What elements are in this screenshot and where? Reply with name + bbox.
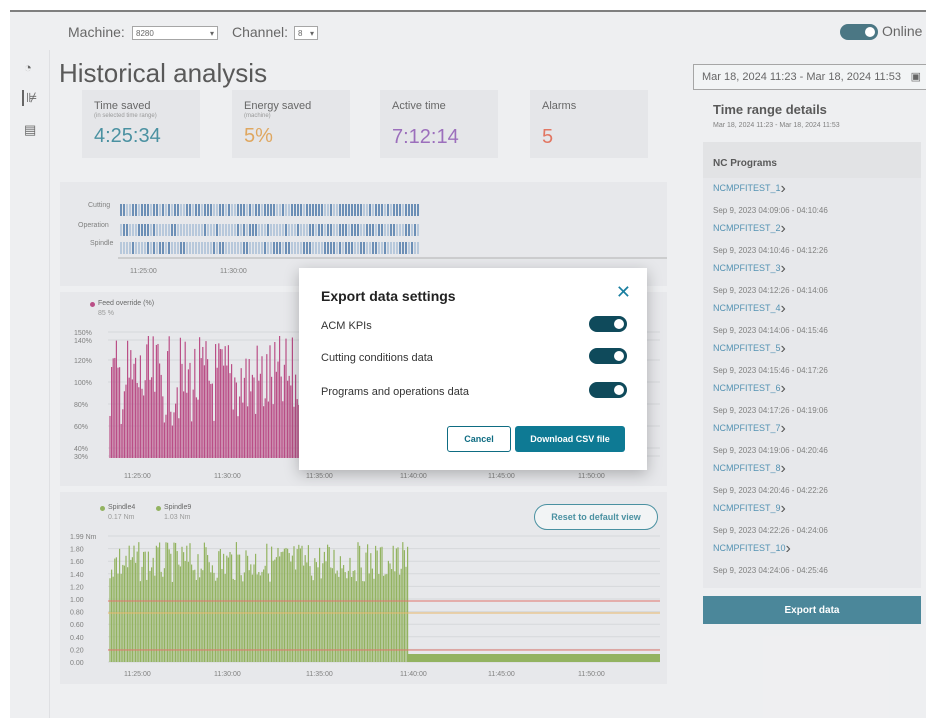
dialog-title: Export data settings [321, 288, 456, 304]
toggle-cutting-conditions[interactable] [589, 348, 627, 364]
option-cutting-conditions-label: Cutting conditions data [321, 352, 433, 364]
toggle-acm-kpis[interactable] [589, 316, 627, 332]
toggle-knob [614, 319, 624, 329]
option-acm-kpis-label: ACM KPIs [321, 320, 372, 332]
download-csv-button[interactable]: Download CSV file [515, 426, 625, 452]
toggle-knob [614, 385, 624, 395]
option-programs-operations-label: Programs and operations data [321, 386, 469, 398]
export-settings-dialog: Export data settings ✕ ACM KPIs Cutting … [299, 268, 647, 470]
close-icon[interactable]: ✕ [616, 282, 631, 303]
toggle-programs-operations[interactable] [589, 382, 627, 398]
toggle-knob [614, 351, 624, 361]
cancel-button[interactable]: Cancel [447, 426, 511, 452]
